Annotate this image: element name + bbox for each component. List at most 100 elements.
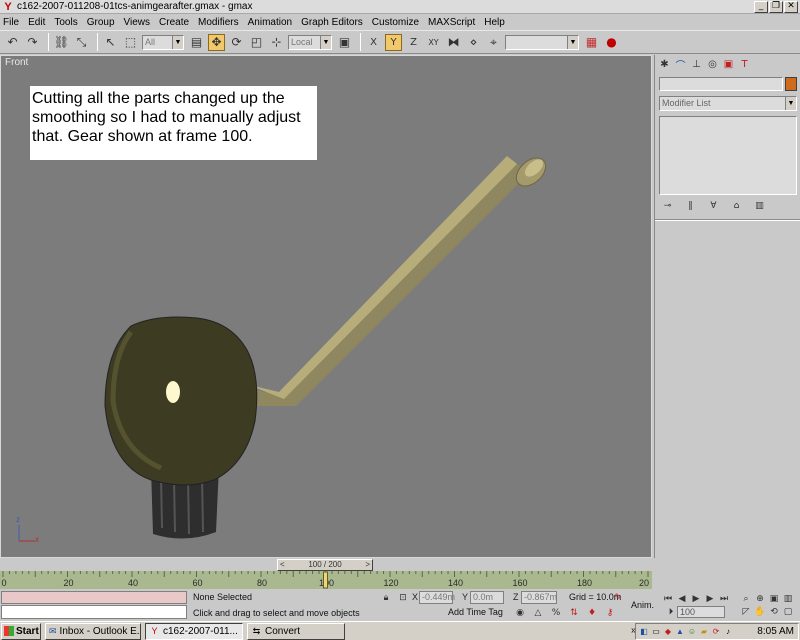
coord-x-field[interactable]: -0.449m [419, 591, 455, 604]
create-icon[interactable]: ✱ [658, 58, 671, 71]
field-of-view-icon[interactable]: ◸ [740, 606, 752, 618]
play-icon[interactable]: ▶ [690, 593, 702, 605]
align-icon[interactable]: ⋄ [465, 34, 482, 51]
undo-icon[interactable]: ↶ [4, 34, 21, 51]
arc-rotate-icon[interactable]: ⟲ [768, 606, 780, 618]
coord-y-field[interactable]: 0.0m [470, 591, 504, 604]
scale-icon[interactable]: ◰ [248, 34, 265, 51]
update-icon[interactable]: ⟳ [711, 627, 721, 637]
coord-z-field[interactable]: -0.867m [521, 591, 557, 604]
remove-modifier-icon[interactable]: ⌂ [730, 199, 743, 212]
menu-maxscript[interactable]: MAXScript [428, 17, 475, 28]
menu-animation[interactable]: Animation [248, 17, 292, 28]
zoom-extents-all-icon[interactable]: ▥ [782, 593, 794, 605]
close-button[interactable]: ✕ [784, 1, 798, 13]
reference-coord-dropdown[interactable]: Local ▼ [288, 34, 332, 50]
mirror-icon[interactable]: ⧓ [445, 34, 462, 51]
utilities-icon[interactable]: T [738, 58, 751, 71]
maxscript-listener-output[interactable] [1, 591, 187, 604]
menu-group[interactable]: Group [87, 17, 115, 28]
hierarchy-icon[interactable]: ⊥ [690, 58, 703, 71]
percent-snap-icon[interactable]: % [550, 607, 562, 619]
object-name-field[interactable] [659, 77, 783, 91]
move-icon[interactable]: ✥ [208, 33, 225, 51]
select-icon[interactable]: ↖ [102, 34, 119, 51]
pivot-center-icon[interactable]: ▣ [336, 34, 353, 51]
key-filter-icon[interactable]: ♦ [586, 607, 598, 619]
viewport-label[interactable]: Front [5, 57, 28, 68]
previous-frame-icon[interactable]: ◀ [676, 593, 688, 605]
show-end-result-icon[interactable]: ‖ [684, 199, 697, 212]
pin-stack-icon[interactable]: ⊸ [661, 199, 674, 212]
disk-icon[interactable]: ▭ [651, 627, 661, 637]
folder-icon[interactable]: ▰ [699, 627, 709, 637]
display-icon[interactable]: ▣ [722, 58, 735, 71]
render-icon[interactable]: ● [603, 34, 620, 51]
make-unique-icon[interactable]: ∀ [707, 199, 720, 212]
object-color-swatch[interactable] [785, 77, 797, 91]
messenger-icon[interactable]: ☺ [687, 627, 697, 637]
zoom-extents-icon[interactable]: ▣ [768, 593, 780, 605]
snap-icon[interactable]: ⌖ [485, 34, 502, 51]
network-icon[interactable]: ◧ [639, 627, 649, 637]
set-key-icon[interactable]: ⚷ [604, 607, 616, 619]
go-to-end-icon[interactable]: ⏭ [718, 593, 730, 605]
lock-selection-icon[interactable]: 🔒︎ [380, 592, 392, 604]
go-to-start-icon[interactable]: ⏮ [662, 593, 674, 605]
maximize-viewport-icon[interactable]: ▢ [782, 606, 794, 618]
menu-edit[interactable]: Edit [28, 17, 45, 28]
taskbar-button-gmax[interactable]: Y c162-2007-011... [145, 622, 243, 640]
modifier-stack[interactable] [659, 116, 797, 195]
edit-named-sets-icon[interactable]: ✎ [612, 592, 624, 604]
link-icon[interactable]: ⛓ [53, 34, 70, 51]
menu-tools[interactable]: Tools [54, 17, 77, 28]
security-icon[interactable]: ▲ [675, 627, 685, 637]
snap-toggle-icon[interactable]: ◉ [514, 607, 526, 619]
start-button[interactable]: Start [1, 622, 41, 640]
zoom-all-icon[interactable]: ⊕ [754, 593, 766, 605]
next-frame-icon[interactable]: ▶ [704, 593, 716, 605]
menu-modifiers[interactable]: Modifiers [198, 17, 239, 28]
chevron-left-icon[interactable]: < [280, 560, 285, 570]
select-region-icon[interactable]: ⬚ [122, 34, 139, 51]
rotate-icon[interactable]: ⟳ [228, 34, 245, 51]
maxscript-listener-input[interactable] [1, 605, 187, 619]
configure-modifier-sets-icon[interactable]: ▥ [753, 199, 766, 212]
menu-create[interactable]: Create [159, 17, 189, 28]
current-frame-marker[interactable] [323, 571, 328, 589]
taskbar-button-outlook[interactable]: ✉ Inbox - Outlook E... [45, 622, 141, 640]
taskbar-button-convert[interactable]: ⇆ Convert [247, 622, 345, 640]
chevron-right-icon[interactable]: > [365, 560, 370, 570]
key-mode-icon[interactable]: ⏵ [665, 606, 677, 618]
time-slider-thumb[interactable]: < 100 / 200 > [277, 559, 373, 571]
select-by-name-icon[interactable]: ▤ [188, 34, 205, 51]
unlink-icon[interactable]: ⤡ [73, 34, 90, 51]
restrict-xy-icon[interactable]: XY [425, 34, 442, 51]
viewport-front[interactable]: Front Cutting all the parts changed up t… [0, 55, 652, 558]
menu-file[interactable]: File [3, 17, 19, 28]
time-slider[interactable]: < 100 / 200 > [0, 559, 652, 571]
menu-views[interactable]: Views [124, 17, 151, 28]
minimize-button[interactable]: _ [754, 1, 768, 13]
restore-button[interactable]: ❐ [769, 1, 783, 13]
redo-icon[interactable]: ↷ [24, 34, 41, 51]
menu-customize[interactable]: Customize [372, 17, 419, 28]
material-editor-icon[interactable]: ▦ [583, 34, 600, 51]
menu-graph-editors[interactable]: Graph Editors [301, 17, 363, 28]
modifier-list-dropdown[interactable]: Modifier List ▼ [659, 96, 797, 111]
motion-icon[interactable]: ◎ [706, 58, 719, 71]
selection-filter-dropdown[interactable]: All ▼ [142, 34, 184, 50]
restrict-y-icon[interactable]: Y [385, 33, 402, 51]
zoom-icon[interactable]: ⌕ [740, 593, 752, 605]
absolute-mode-icon[interactable]: ⊡ [397, 592, 409, 604]
pan-icon[interactable]: ✋ [754, 606, 766, 618]
modify-icon[interactable]: ⌒ [674, 58, 687, 72]
anim-button[interactable]: Anim. [631, 592, 654, 618]
antivirus-icon[interactable]: ◆ [663, 627, 673, 637]
volume-icon[interactable]: ♪ [723, 627, 733, 637]
add-time-tag-button[interactable]: Add Time Tag [448, 607, 503, 617]
spinner-snap-icon[interactable]: ⇅ [568, 607, 580, 619]
restrict-z-icon[interactable]: Z [405, 34, 422, 51]
track-bar[interactable]: 02040608010012014016018020 [0, 571, 652, 589]
menu-help[interactable]: Help [484, 17, 505, 28]
